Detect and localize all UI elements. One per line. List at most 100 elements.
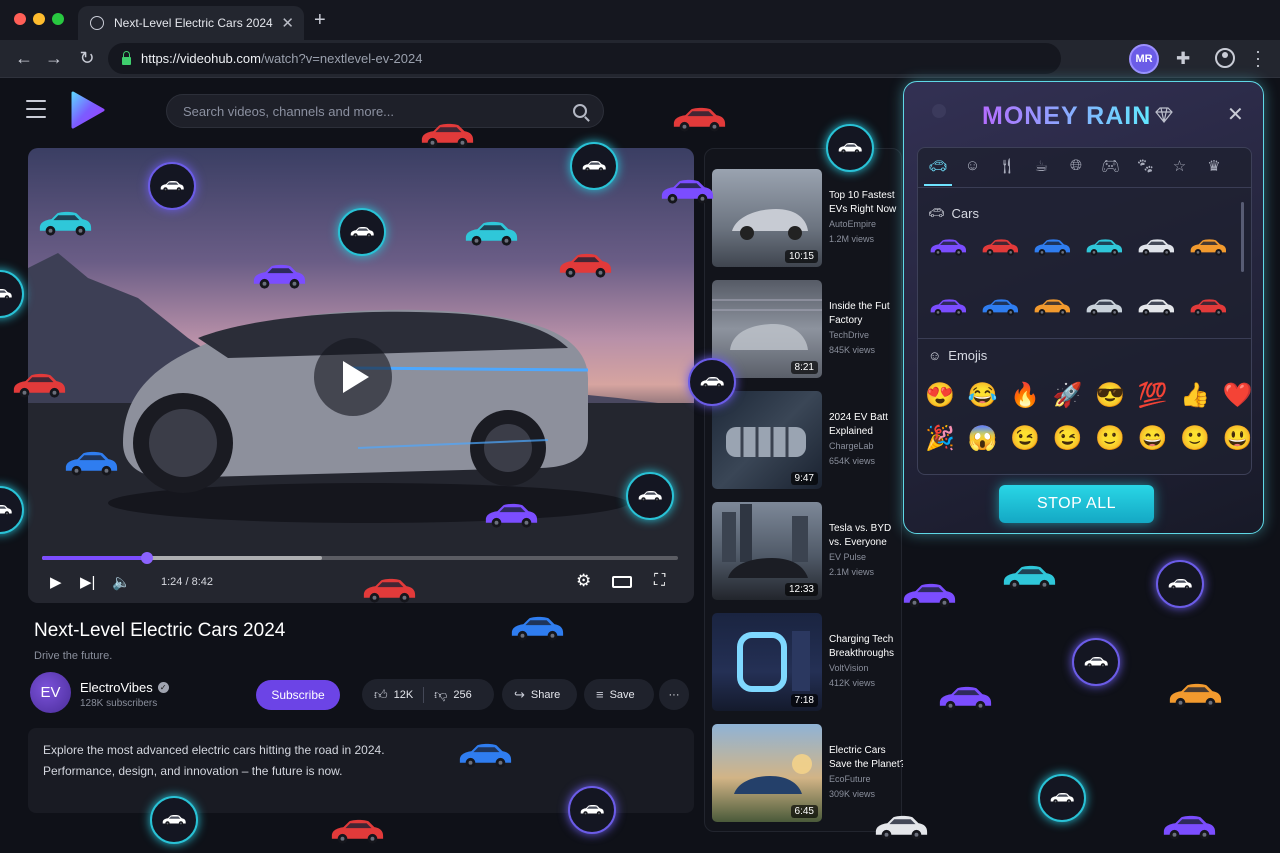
smiley-icon[interactable]: ☺: [962, 157, 984, 179]
related-video-item[interactable]: 7:18 Charging Tech Breakthroughs VoltVisi…: [712, 613, 902, 711]
car-sticker[interactable]: [1188, 296, 1228, 318]
play-icon[interactable]: ▶: [50, 573, 62, 591]
car-sticker[interactable]: [1032, 296, 1072, 318]
car-coin-badge: [150, 796, 198, 844]
car-icon[interactable]: 🚗︎: [927, 157, 949, 179]
address-bar[interactable]: https://videohub.com/watch?v=nextlevel-e…: [108, 43, 1061, 74]
emoji-sticker[interactable]: 😍: [924, 380, 956, 412]
close-panel-icon[interactable]: ✕: [1227, 102, 1244, 127]
car-sticker[interactable]: [928, 296, 968, 318]
gamepad-icon[interactable]: 🎮︎: [1100, 157, 1122, 179]
related-channel[interactable]: EcoFuture: [829, 774, 871, 784]
puzzle-icon[interactable]: ✚: [1176, 49, 1190, 69]
emoji-sticker[interactable]: 🚀: [1052, 380, 1084, 412]
related-video-item[interactable]: 10:15 Top 10 Fastest EVs Right Now AutoEm…: [712, 169, 902, 267]
food-icon[interactable]: 🍴︎: [996, 157, 1018, 179]
video-thumbnail[interactable]: 10:15: [712, 169, 822, 267]
channel-name-row[interactable]: ElectroVibes ✓: [80, 680, 169, 695]
emoji-sticker[interactable]: 🙂: [1094, 423, 1126, 455]
next-icon[interactable]: ▶|: [80, 573, 95, 591]
fullscreen-icon[interactable]: ⛶: [654, 572, 665, 590]
emoji-sticker[interactable]: 😄: [1137, 423, 1169, 455]
emoji-sticker[interactable]: 🔥: [1009, 380, 1041, 412]
related-video-item[interactable]: 6:45 Electric Cars Save the Planet? EcoFu…: [712, 724, 903, 822]
minimize-window-button[interactable]: [33, 13, 45, 25]
video-thumbnail[interactable]: 12:33: [712, 502, 822, 600]
car-sticker[interactable]: [1032, 236, 1072, 258]
scrubber-handle[interactable]: [140, 552, 153, 564]
related-channel[interactable]: AutoEmpire: [829, 219, 876, 229]
related-channel[interactable]: VoltVision: [829, 663, 868, 673]
car-sticker[interactable]: [1084, 296, 1124, 318]
forward-button[interactable]: →: [43, 48, 65, 69]
related-video-item[interactable]: 8:21 Inside the Fut Factory TechDrive 845…: [712, 280, 902, 378]
car-sticker[interactable]: [1136, 236, 1176, 258]
volume-icon[interactable]: 🔈: [112, 573, 131, 591]
menu-icon[interactable]: [26, 100, 46, 124]
picker-scrollbar[interactable]: [1241, 202, 1244, 272]
emoji-sticker[interactable]: 🙂: [1179, 423, 1211, 455]
crown-icon[interactable]: ♛: [1203, 157, 1225, 179]
channel-avatar[interactable]: EV: [30, 672, 71, 713]
video-thumbnail[interactable]: 8:21: [712, 280, 822, 378]
subscribe-button[interactable]: Subscribe: [256, 680, 340, 710]
back-button[interactable]: ←: [13, 48, 35, 69]
related-video-item[interactable]: 9:47 2024 EV Batt Explained ChargeLab 654…: [712, 391, 902, 489]
settings-gear-icon[interactable]: ⚙: [576, 571, 591, 591]
video-thumbnail[interactable]: 9:47: [712, 391, 822, 489]
more-actions-button[interactable]: ···: [659, 679, 689, 710]
emoji-sticker[interactable]: 😱: [967, 423, 999, 455]
related-channel[interactable]: TechDrive: [829, 330, 869, 340]
emoji-sticker[interactable]: 😉: [1052, 423, 1084, 455]
new-tab-button[interactable]: +: [314, 9, 326, 32]
share-button[interactable]: ↪ Share: [502, 679, 577, 710]
progress-bar[interactable]: [42, 552, 678, 564]
emoji-sticker[interactable]: ❤️: [1222, 380, 1254, 412]
video-thumbnail[interactable]: 6:45: [712, 724, 822, 822]
car-sticker[interactable]: [1188, 236, 1228, 258]
related-views: 845K views: [829, 345, 876, 355]
video-thumbnail[interactable]: 7:18: [712, 613, 822, 711]
emoji-sticker[interactable]: 😂: [967, 380, 999, 412]
car-sticker[interactable]: [928, 236, 968, 258]
star-icon[interactable]: ☆: [1169, 157, 1191, 179]
thumbs-down-icon[interactable]: 👎︎: [434, 687, 447, 703]
thumbs-up-icon[interactable]: 👍︎: [374, 687, 388, 703]
emoji-sticker[interactable]: 💯: [1137, 380, 1169, 412]
profile-icon[interactable]: [1215, 48, 1235, 68]
emoji-sticker[interactable]: 🎉: [924, 423, 956, 455]
search-input[interactable]: Search videos, channels and more...: [166, 94, 604, 128]
car-sticker[interactable]: [1084, 236, 1124, 258]
like-count[interactable]: 12K: [394, 689, 414, 701]
stop-all-button[interactable]: STOP ALL: [999, 485, 1154, 523]
related-channel[interactable]: ChargeLab: [829, 441, 874, 451]
drink-icon[interactable]: ☕︎: [1031, 157, 1053, 179]
reload-button[interactable]: ↻: [76, 48, 98, 69]
save-button[interactable]: ≡ Save: [584, 679, 654, 710]
emoji-sticker[interactable]: 😎: [1094, 380, 1126, 412]
car-sticker[interactable]: [980, 296, 1020, 318]
paw-icon[interactable]: 🐾︎: [1134, 157, 1156, 179]
falling-car: [900, 580, 958, 610]
close-window-button[interactable]: [14, 13, 26, 25]
falling-car: [556, 250, 614, 280]
channel-name[interactable]: ElectroVibes: [80, 680, 153, 695]
extension-avatar[interactable]: MR: [1129, 44, 1159, 74]
maximize-window-button[interactable]: [52, 13, 64, 25]
dislike-count[interactable]: 256: [453, 689, 471, 701]
emoji-sticker[interactable]: 👍: [1179, 380, 1211, 412]
car-sticker[interactable]: [1136, 296, 1176, 318]
browser-tab[interactable]: Next-Level Electric Cars 2024 ✕: [78, 6, 304, 40]
site-logo-icon[interactable]: [70, 90, 106, 130]
related-video-item[interactable]: 12:33 Tesla vs. BYD vs. Everyone EV Pulse…: [712, 502, 902, 600]
close-tab-icon[interactable]: ✕: [281, 14, 294, 32]
related-channel[interactable]: EV Pulse: [829, 552, 866, 562]
browser-menu-icon[interactable]: · · ·: [1255, 42, 1261, 74]
emoji-sticker[interactable]: 😉: [1009, 423, 1041, 455]
car-sticker[interactable]: [980, 236, 1020, 258]
emoji-sticker[interactable]: 😃: [1222, 423, 1254, 455]
globe-icon[interactable]: 🌐︎: [1065, 157, 1087, 179]
theater-mode-icon[interactable]: [612, 576, 632, 588]
play-overlay-button[interactable]: [314, 338, 392, 416]
search-icon[interactable]: [573, 104, 587, 118]
